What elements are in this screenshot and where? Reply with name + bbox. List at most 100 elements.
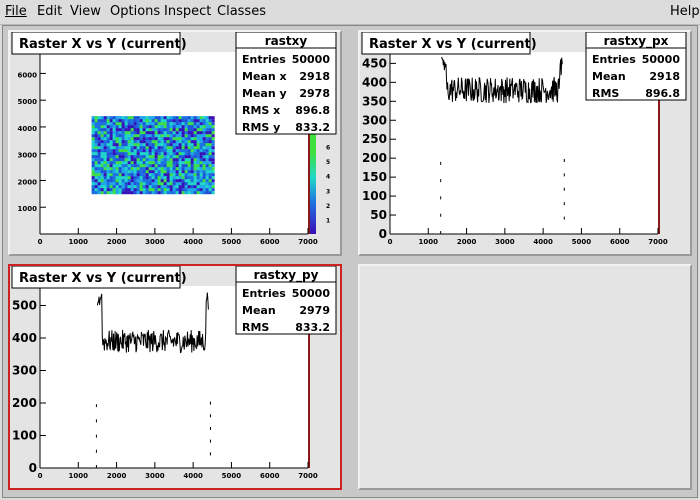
heatmap-cell <box>106 191 110 195</box>
heatmap-cell <box>91 143 95 147</box>
heatmap-cell <box>163 191 167 195</box>
heatmap-cell <box>130 131 134 135</box>
heatmap-cell <box>139 128 143 132</box>
heatmap-cell <box>115 182 119 186</box>
heatmap-cell <box>193 155 197 159</box>
heatmap-cell <box>157 146 161 150</box>
menu-help[interactable]: Help <box>670 4 700 19</box>
heatmap-cell <box>199 152 203 156</box>
menu-edit[interactable]: Edit <box>37 4 62 19</box>
heatmap-cell <box>100 182 104 186</box>
heatmap-cell <box>139 161 143 165</box>
heatmap-cell <box>97 179 101 183</box>
heatmap-cell <box>112 149 116 153</box>
heatmap-cell <box>199 143 203 147</box>
heatmap-cell <box>115 191 119 195</box>
heatmap-cell <box>112 182 116 186</box>
menu-options[interactable]: Options <box>110 4 160 19</box>
heatmap-cell <box>145 131 149 135</box>
heatmap-cell <box>136 170 140 174</box>
heatmap-cell <box>163 155 167 159</box>
heatmap-cell <box>130 188 134 192</box>
menu-view[interactable]: View <box>70 4 101 19</box>
heatmap-cell <box>211 140 215 144</box>
heatmap-cell <box>187 122 191 126</box>
heatmap-cell <box>208 170 212 174</box>
heatmap-cell <box>118 188 122 192</box>
heatmap-cell <box>103 137 107 141</box>
heatmap-cell <box>127 161 131 165</box>
heatmap-cell <box>118 125 122 129</box>
pad-rastxy-py[interactable]: 0 1000 2000 3000 4000 5000 6000 7000 0 100 200 300 4… <box>8 264 342 490</box>
pad-empty[interactable] <box>358 264 692 490</box>
heatmap-cell <box>205 182 209 186</box>
heatmap-cell <box>175 191 179 195</box>
heatmap-cell <box>157 128 161 132</box>
pad-rastxy[interactable]: 1 2 3 4 5 6 0 1000 2000 3000 4000 5000 6000 7000 1000… <box>8 30 342 256</box>
heatmap-cell <box>103 134 107 138</box>
heatmap-cell <box>133 149 137 153</box>
heatmap-cell <box>97 182 101 186</box>
heatmap-cell <box>115 155 119 159</box>
heatmap-cell <box>145 185 149 189</box>
heatmap-cell <box>208 134 212 138</box>
heatmap-cell <box>169 122 173 126</box>
plot-rastxy[interactable]: 1 2 3 4 5 6 0 1000 2000 3000 4000 5000 6000 7000 1000… <box>10 31 340 254</box>
heatmap-cell <box>181 191 185 195</box>
heatmap-cell <box>184 179 188 183</box>
heatmap-cell <box>124 182 128 186</box>
heatmap-cell <box>133 170 137 174</box>
heatmap-cell <box>118 137 122 141</box>
heatmap-cell <box>154 143 158 147</box>
heatmap-cell <box>190 116 194 120</box>
stats-label: RMS y <box>242 121 280 134</box>
x-tick-label: 2000 <box>457 238 477 246</box>
heatmap-cell <box>196 158 200 162</box>
plot-rastxy-px[interactable]: 0 1000 2000 3000 4000 5000 6000 7000 0 50 100 150 20… <box>360 31 690 254</box>
heatmap-cell <box>142 170 146 174</box>
heatmap-cell <box>184 173 188 177</box>
heatmap-cell <box>211 164 215 168</box>
heatmap-cell <box>121 158 125 162</box>
heatmap-cell <box>184 164 188 168</box>
heatmap-cell <box>154 155 158 159</box>
heatmap-cell <box>172 152 176 156</box>
heatmap-cell <box>211 128 215 132</box>
menu-inspect[interactable]: Inspect <box>164 4 211 19</box>
heatmap-cell <box>160 122 164 126</box>
heatmap-cell <box>127 128 131 132</box>
heatmap-cell <box>145 161 149 165</box>
heatmap-cell <box>112 155 116 159</box>
heatmap-cell <box>145 167 149 171</box>
heatmap-cell <box>94 137 98 141</box>
heatmap-cell <box>100 143 104 147</box>
heatmap-cell <box>151 128 155 132</box>
heatmap-cell <box>202 143 206 147</box>
heatmap-cell <box>148 119 152 123</box>
heatmap-cell <box>145 116 149 120</box>
pad-rastxy-px[interactable]: 0 1000 2000 3000 4000 5000 6000 7000 0 50 100 150 20… <box>358 30 692 256</box>
heatmap-cell <box>139 140 143 144</box>
heatmap-cell <box>187 146 191 150</box>
heatmap-cell <box>115 185 119 189</box>
heatmap-cell <box>139 179 143 183</box>
heatmap-cell <box>124 149 128 153</box>
menu-classes[interactable]: Classes <box>217 4 266 19</box>
heatmap-cell <box>169 167 173 171</box>
heatmap-cell <box>97 149 101 153</box>
stats-label: Entries <box>592 53 636 66</box>
heatmap-cell <box>100 155 104 159</box>
x-tick-label: 7000 <box>298 472 318 480</box>
heatmap-cell <box>145 146 149 150</box>
heatmap-cell <box>127 125 131 129</box>
heatmap-cell <box>187 137 191 141</box>
heatmap-cell <box>130 116 134 120</box>
heatmap-cell <box>124 143 128 147</box>
menu-file[interactable]: File <box>5 4 27 19</box>
heatmap-cell <box>199 116 203 120</box>
heatmap-cell <box>154 149 158 153</box>
heatmap-cell <box>103 164 107 168</box>
heatmap-cell <box>106 167 110 171</box>
plot-rastxy-py[interactable]: 0 1000 2000 3000 4000 5000 6000 7000 0 100 200 300 4… <box>10 265 340 488</box>
heatmap-cell <box>91 134 95 138</box>
